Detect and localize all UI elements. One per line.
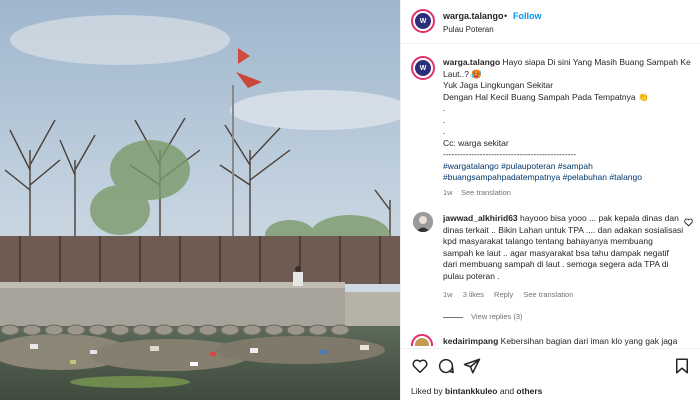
post-location[interactable]: Pulau Poteran [443, 25, 494, 34]
comment-line-5: dari membuang sampah di laut . semoga se… [443, 259, 669, 269]
share-icon[interactable] [463, 357, 481, 375]
avatar-logo [415, 338, 429, 346]
caption-line-4: Dengan Hal Kecil Buang Sampah Pada Tempa… [443, 91, 649, 102]
view-replies-label: View replies (3) [471, 312, 523, 321]
liked-by-prefix: Liked by [411, 386, 443, 396]
view-replies-button[interactable]: View replies (3) [443, 312, 523, 321]
caption-line-2: Laut..? 🥵 [443, 68, 482, 79]
replies-divider [443, 316, 463, 318]
comment-item-2: kedairimpang Kebersihan bagian dari iman… [401, 332, 700, 346]
follow-button[interactable]: Follow [513, 11, 542, 21]
caption-line-1: Hayo siapa Di sini Yang Masih Buang Samp… [502, 57, 691, 67]
comment-line-4: sampah ke laut .. agar masyarakat bsa ta… [443, 247, 669, 258]
liked-by-and: and [499, 386, 515, 396]
caption-line-3: Yuk Jaga Lingkungan Sekitar [443, 80, 554, 90]
caption-dot-2: . [443, 114, 446, 125]
caption-author-avatar[interactable]: W [411, 56, 435, 80]
avatar-logo: W [415, 13, 431, 29]
bookmark-icon[interactable] [673, 357, 691, 375]
heart-icon[interactable] [411, 357, 429, 375]
comment-line-6: pulau poteran . [443, 270, 500, 281]
caption-hashtags-1[interactable]: #wargatalango #pulaupoteran #sampah [443, 161, 695, 173]
comment-line-2: dinas terkait .. Bikin Lahan untuk TPA .… [443, 224, 684, 235]
avatar-logo: W [415, 60, 431, 76]
comment-like-heart-icon[interactable] [684, 218, 693, 227]
comment-body: jawwad_alkhirid63 hayooo bisa yooo ... p… [443, 213, 693, 282]
comment-reply-button[interactable]: Reply [494, 290, 513, 299]
comment-2-body: kedairimpang Kebersihan bagian dari iman… [443, 336, 693, 346]
post-header: W warga.talango • Follow Pulau Poteran [401, 0, 700, 44]
commenter-username[interactable]: jawwad_alkhirid63 [443, 213, 518, 223]
caption-dot-3: . [443, 126, 446, 136]
caption-username[interactable]: warga.talango [443, 57, 500, 67]
harbor-photo [0, 0, 400, 400]
commenter-2-avatar[interactable] [411, 334, 433, 346]
caption-hashtags-2[interactable]: #buangsampahpadatempatnya #pelabuhan #ta… [443, 172, 695, 184]
instagram-post-view: W warga.talango • Follow Pulau Poteran W… [0, 0, 700, 400]
person-icon [413, 212, 433, 232]
author-avatar[interactable]: W [411, 9, 435, 33]
commenter-2-username[interactable]: kedairimpang [443, 336, 498, 346]
liked-by-others[interactable]: others [516, 386, 542, 396]
caption-dot-1: . [443, 103, 446, 113]
comment-likes[interactable]: 3 likes [463, 290, 484, 299]
caption-body: warga.talango Hayo siapa Di sini Yang Ma… [443, 57, 695, 198]
comment-line-1: hayooo bisa yooo ... pak kepala dinas da… [520, 213, 679, 223]
post-actions-bar: Liked by bintankkuleo and others [401, 348, 700, 400]
see-translation-link[interactable]: See translation [461, 188, 511, 197]
comment-meta: 1w 3 likes Reply See translation [443, 290, 581, 299]
post-details-panel: W warga.talango • Follow Pulau Poteran W… [400, 0, 700, 400]
comment-2-text: Kebersihan bagian dari iman klo yang gak… [500, 336, 678, 346]
post-photo[interactable] [0, 0, 400, 400]
caption-meta: 1w See translation [443, 187, 695, 199]
comment-icon[interactable] [437, 357, 455, 375]
comment-time: 1w [443, 290, 453, 299]
liked-by-text: Liked by bintankkuleo and others [411, 386, 542, 396]
caption-separator: ----------------------------------------… [443, 149, 577, 159]
comment-line-3: kpd masyarakat talango tentang bahayanya… [443, 236, 653, 246]
separator-dot: • [504, 11, 508, 21]
commenter-avatar[interactable] [413, 212, 433, 232]
liked-by-user[interactable]: bintankkuleo [445, 386, 497, 396]
author-username[interactable]: warga.talango [443, 11, 504, 21]
comment-see-translation[interactable]: See translation [523, 290, 573, 299]
caption-time: 1w [443, 187, 453, 197]
caption-cc: Cc: warga sekitar [443, 137, 509, 148]
